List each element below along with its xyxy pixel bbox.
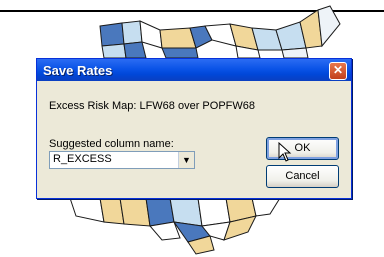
ok-button[interactable]: OK: [266, 137, 339, 160]
map-county: [139, 20, 163, 49]
map-county: [119, 197, 151, 227]
chevron-down-icon: ▼: [182, 155, 191, 165]
map-county: [121, 20, 143, 45]
mouse-pointer-icon: [278, 142, 292, 162]
map-county: [145, 197, 175, 227]
column-name-value: R_EXCESS: [53, 153, 112, 165]
map-county: [197, 197, 231, 227]
column-name-dropdown[interactable]: R_EXCESS ▼: [49, 151, 195, 169]
close-button[interactable]: ✕: [329, 62, 347, 80]
map-county: [317, 5, 341, 48]
save-rates-dialog: Save Rates ✕ Excess Risk Map: LFW68 over…: [36, 58, 352, 199]
map-county: [69, 197, 105, 223]
dialog-message: Excess Risk Map: LFW68 over POPFW68: [49, 100, 255, 112]
map-county: [123, 41, 147, 59]
map-county: [281, 47, 309, 59]
cancel-button[interactable]: Cancel: [266, 165, 339, 188]
dialog-title: Save Rates: [43, 63, 113, 78]
map-county: [101, 43, 127, 59]
dropdown-arrow-button[interactable]: ▼: [178, 152, 194, 168]
dialog-titlebar[interactable]: Save Rates ✕: [37, 59, 351, 81]
close-icon: ✕: [332, 63, 344, 77]
map-county: [99, 22, 125, 47]
map-county: [251, 197, 281, 217]
column-name-label: Suggested column name:: [49, 138, 174, 150]
map-county: [161, 47, 199, 59]
